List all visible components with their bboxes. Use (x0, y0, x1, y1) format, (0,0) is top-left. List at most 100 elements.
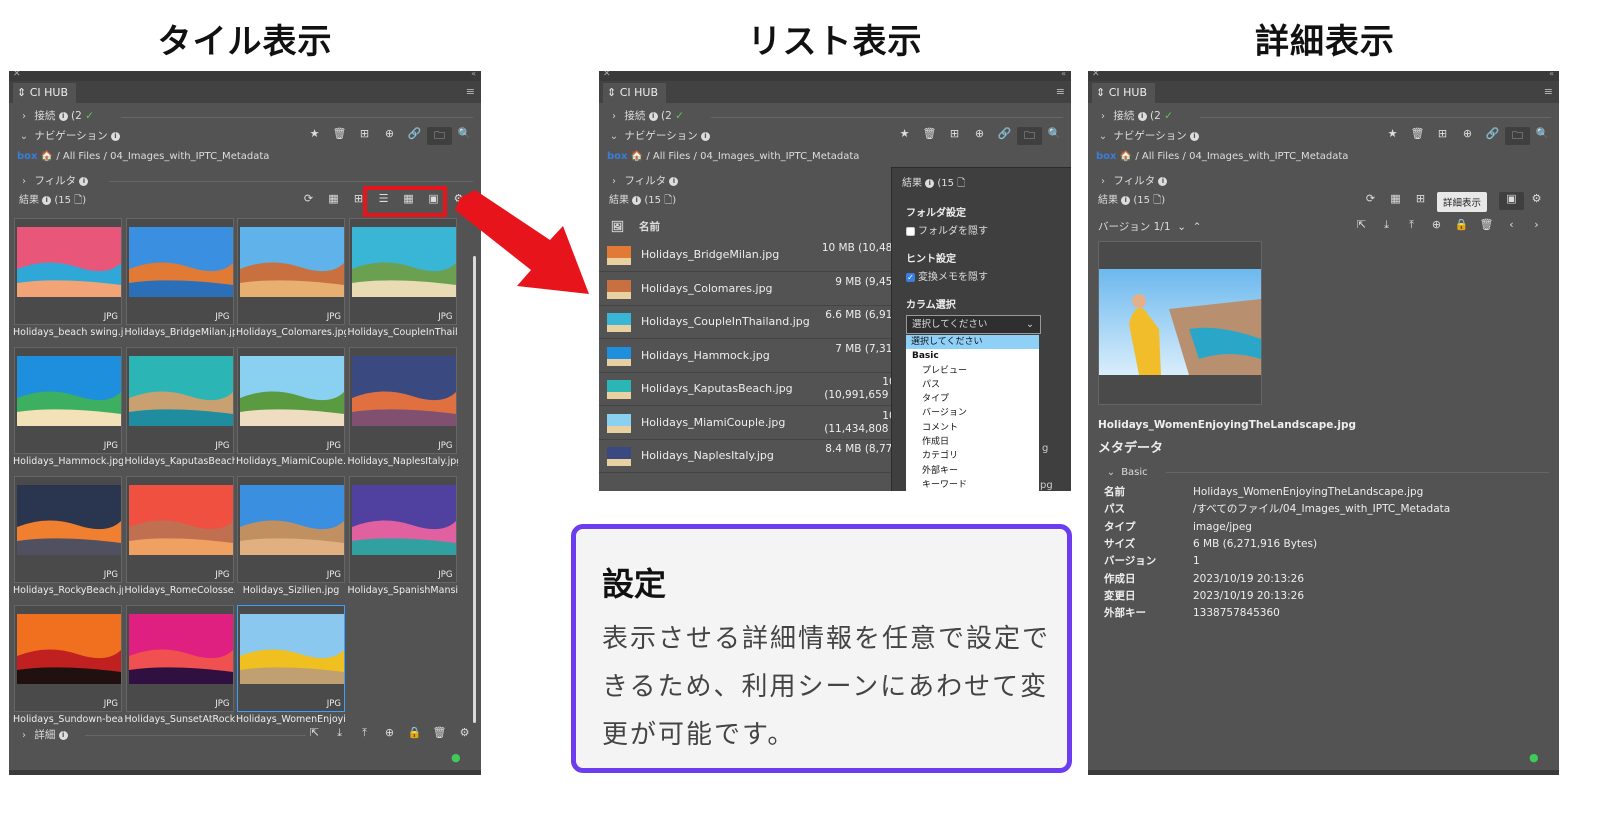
search-icon[interactable]: 🔍 (1530, 127, 1555, 145)
user-icon[interactable]: ● (451, 751, 461, 764)
breadcrumb[interactable]: box 🏠 / All Files / 04_Images_with_IPTC_… (607, 148, 1071, 166)
detail-view-icon[interactable]: ▣ (1499, 192, 1524, 210)
star-icon[interactable]: ★ (892, 127, 917, 145)
search-icon[interactable]: 🔍 (1042, 127, 1067, 145)
dropdown-option[interactable]: タイプ (906, 392, 1039, 406)
dropdown-option[interactable]: 外部キー (906, 464, 1039, 478)
breadcrumb[interactable]: box 🏠 / All Files / 04_Images_with_IPTC_… (17, 148, 481, 166)
grid-small-icon[interactable]: ▦ (1383, 192, 1408, 210)
breadcrumb[interactable]: box 🏠 / All Files / 04_Images_with_IPTC_… (1096, 148, 1559, 166)
add-icon[interactable]: ⊞ (1408, 192, 1433, 210)
tile-item[interactable]: JPG Holidays_Colomares.jpg (236, 217, 346, 343)
add-icon[interactable]: ⊞ (1430, 127, 1455, 145)
refresh-icon[interactable]: ⟳ (296, 192, 321, 210)
metadata-value: /すべてのファイル/04_Images_with_IPTC_Metadata (1193, 503, 1451, 516)
tile-item[interactable]: JPG Holidays_SpanishMansi... (348, 475, 458, 601)
star-icon[interactable]: ★ (302, 127, 327, 145)
trash-icon[interactable]: 🗑 (427, 726, 452, 744)
lock-icon[interactable]: 🔒 (1449, 218, 1474, 236)
dropdown-option[interactable]: パス (906, 378, 1039, 392)
section-connect[interactable]: › 接続 i (2 ✓ (1096, 107, 1559, 125)
upload-icon[interactable]: ⤒ (1399, 218, 1424, 236)
dropdown-option[interactable]: バージョン (906, 406, 1039, 420)
collapse-icon[interactable]: « (471, 71, 476, 78)
tile-item[interactable]: JPG Holidays_Sizilien.jpg (236, 475, 346, 601)
upload-icon[interactable]: ⤒ (352, 726, 377, 744)
gear-icon[interactable]: ⚙ (1524, 192, 1549, 210)
scrollbar[interactable] (473, 256, 476, 723)
star-icon[interactable]: ★ (1380, 127, 1405, 145)
tile-item[interactable]: JPG Holidays_beach swing.j... (13, 217, 123, 343)
dropdown-option[interactable]: 選択してください (906, 335, 1039, 350)
zoom-icon[interactable]: ⊕ (1455, 127, 1480, 145)
trash-icon[interactable]: 🗑 (1474, 218, 1499, 236)
folder-icon[interactable]: 🗀 (1505, 127, 1530, 145)
link-icon[interactable]: 🔗 (402, 127, 427, 145)
folder-icon[interactable]: 🗀 (1017, 127, 1042, 145)
tile-item[interactable]: JPG Holidays_NaplesItaly.jpg (348, 346, 458, 472)
link-icon[interactable]: 🔗 (992, 127, 1017, 145)
collapse-icon[interactable]: « (1061, 71, 1066, 78)
chevron-right-icon[interactable]: › (1524, 218, 1549, 236)
add-icon[interactable]: ⊞ (352, 127, 377, 145)
tile-item[interactable]: JPG Holidays_BridgeMilan.jpg (125, 217, 235, 343)
dropdown-option[interactable]: 作成日 (906, 435, 1039, 449)
tile-item[interactable]: JPG Holidays_Hammock.jpg (13, 346, 123, 472)
column-select[interactable]: 選択してください ⌄ (906, 315, 1041, 334)
close-icon[interactable]: ✕ (603, 71, 611, 79)
open-external-icon[interactable]: ⇱ (302, 726, 327, 744)
menu-icon[interactable]: ≡ (1056, 85, 1065, 98)
dropdown-option[interactable]: コメント (906, 421, 1039, 435)
zoom-icon[interactable]: ⊕ (377, 127, 402, 145)
refresh-icon[interactable]: ⟳ (1358, 192, 1383, 210)
add-icon[interactable]: ⊞ (942, 127, 967, 145)
grid-small-icon[interactable]: ▦ (321, 192, 346, 210)
tab-ci-hub[interactable]: ⇕ CI HUB (1092, 83, 1156, 103)
dropdown-option[interactable]: キーワード (906, 478, 1039, 491)
hide-folder-checkbox[interactable]: フォルダを隠す (906, 222, 988, 237)
tab-ci-hub[interactable]: ⇕ CI HUB (603, 83, 667, 103)
link-icon[interactable]: 🔗 (1480, 127, 1505, 145)
menu-icon[interactable]: ≡ (466, 85, 475, 98)
close-icon[interactable]: ✕ (1092, 71, 1100, 79)
tile-item[interactable]: JPG Holidays_CoupleInThail... (348, 217, 458, 343)
dropdown-option[interactable]: プレビュー (906, 364, 1039, 378)
file-ext: JPG (215, 441, 230, 451)
hide-memo-checkbox[interactable]: ✓ 変換メモを隠す (906, 268, 988, 283)
trash-icon[interactable]: 🗑 (1405, 127, 1430, 145)
tab-ci-hub[interactable]: ⇕ CI HUB (13, 83, 77, 103)
tile-item[interactable]: JPG Holidays_SunsetAtRock... (125, 604, 235, 730)
section-connect[interactable]: › 接続 i (2 ✓ (607, 107, 1071, 125)
section-filter[interactable]: › フィルタ i (1096, 172, 1559, 190)
trash-icon[interactable]: 🗑 (327, 127, 352, 145)
zoom-icon[interactable]: ⊕ (377, 726, 402, 744)
dropdown-option[interactable]: Basic (906, 349, 1039, 363)
tile-item[interactable]: JPG Holidays_RockyBeach.jpg (13, 475, 123, 601)
download-icon[interactable]: ⤓ (327, 726, 352, 744)
section-connect[interactable]: › 接続 i (2 ✓ (17, 107, 481, 125)
search-icon[interactable]: 🔍 (452, 127, 477, 145)
trash-icon[interactable]: 🗑 (917, 127, 942, 145)
download-icon[interactable]: ⤓ (1374, 218, 1399, 236)
lock-icon[interactable]: 🔒 (402, 726, 427, 744)
folder-icon[interactable]: 🗀 (427, 127, 452, 145)
collapse-icon[interactable]: « (1549, 71, 1554, 78)
close-icon[interactable]: ✕ (13, 71, 21, 79)
tile-item[interactable]: JPG Holidays_MiamiCouple.... (236, 346, 346, 472)
user-icon[interactable]: ● (1529, 751, 1539, 764)
menu-icon[interactable]: ≡ (1544, 85, 1553, 98)
panel-tile-view: ✕ « ⇕ CI HUB ≡ › 接続 i (2 ✓ ⌄ ナビゲーション i ★ 🗑 ⊞… (9, 71, 481, 775)
preview-frame[interactable] (1098, 241, 1262, 405)
tile-thumbnail: JPG (237, 605, 345, 712)
open-external-icon[interactable]: ⇱ (1349, 218, 1374, 236)
dropdown-option[interactable]: カテゴリ (906, 449, 1039, 463)
zoom-icon[interactable]: ⊕ (967, 127, 992, 145)
tile-item[interactable]: JPG Holidays_RomeColosse... (125, 475, 235, 601)
zoom-icon[interactable]: ⊕ (1424, 218, 1449, 236)
gear-icon[interactable]: ⚙ (452, 726, 477, 744)
chevron-left-icon[interactable]: ‹ (1499, 218, 1524, 236)
tile-item[interactable]: JPG Holidays_Sundown-bea... (13, 604, 123, 730)
section-basic[interactable]: ⌄ Basic (1104, 464, 1559, 482)
tile-item[interactable]: JPG Holidays_KaputasBeach... (125, 346, 235, 472)
tile-item[interactable]: JPG Holidays_WomenEnjoyi... (236, 604, 346, 730)
